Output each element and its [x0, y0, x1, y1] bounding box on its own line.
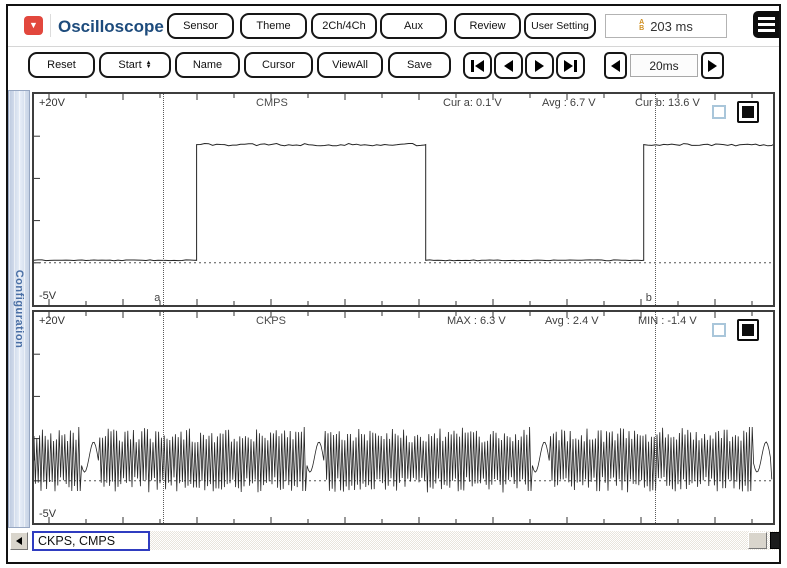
oscilloscope-window: ▼ Oscilloscope Sensor Theme 2Ch/4Ch Aux … [6, 4, 781, 564]
ab-time-value: 203 ms [650, 18, 693, 34]
stat-average: Avg : 6.7 V [542, 97, 596, 109]
cursor-b-line[interactable] [654, 312, 656, 523]
cursor-a-line[interactable] [163, 312, 165, 523]
cursor-b-label[interactable]: b [646, 292, 652, 304]
sidebar-label: Configuration [13, 269, 25, 349]
timebase-decrease-button[interactable] [604, 52, 627, 79]
status-bar: CKPS, CMPS [8, 530, 779, 552]
y-max-label: +20V [39, 315, 65, 327]
stat-average: Avg : 2.4 V [545, 315, 599, 327]
active-channels-text: CKPS, CMPS [38, 534, 116, 548]
step-forward-button[interactable] [525, 52, 554, 79]
channel-select-checkbox[interactable] [712, 323, 726, 337]
configuration-sidebar[interactable]: Configuration [8, 90, 30, 528]
aux-button[interactable]: Aux [380, 13, 447, 39]
y-min-label: -5V [39, 508, 57, 520]
save-button[interactable]: Save [388, 52, 451, 78]
scroll-right-button[interactable] [770, 532, 779, 549]
scroll-left-icon [16, 537, 22, 545]
title-divider [50, 14, 51, 37]
waveform-panel-ckps: +20V -5V CKPS MAX : 6.3 V Avg : 2.4 V MI… [32, 310, 775, 525]
checked-square-icon [742, 106, 754, 118]
ab-time-display: A B 203 ms [605, 14, 727, 38]
app-menu-icon[interactable]: ▼ [24, 16, 43, 35]
checked-square-icon [742, 324, 754, 336]
cmps-waveform-plot [34, 94, 773, 305]
page-title: Oscilloscope [58, 17, 164, 36]
menu-icon[interactable] [753, 11, 779, 38]
timebase-display: 20ms [630, 54, 698, 77]
skip-end-icon [574, 59, 577, 72]
y-min-label: -5V [39, 290, 57, 302]
step-back-icon [504, 59, 513, 72]
viewall-button[interactable]: ViewAll [317, 52, 383, 78]
cursor-b-line[interactable] [654, 94, 656, 305]
cursor-button[interactable]: Cursor [244, 52, 313, 78]
cursor-a-label[interactable]: a [154, 292, 160, 304]
toolbar-divider [8, 46, 779, 47]
skip-start-icon [471, 59, 474, 72]
active-channels-box: CKPS, CMPS [32, 531, 150, 551]
channel-visible-checkbox[interactable] [737, 101, 759, 123]
channel-title: CKPS [256, 315, 286, 327]
timebase-left-icon [611, 59, 620, 72]
reset-button[interactable]: Reset [28, 52, 95, 78]
stat-max: MAX : 6.3 V [447, 315, 506, 327]
name-button[interactable]: Name [175, 52, 240, 78]
y-max-label: +20V [39, 97, 65, 109]
step-forward-icon [535, 59, 544, 72]
ckps-waveform-plot [34, 312, 773, 523]
theme-button[interactable]: Theme [240, 13, 307, 39]
skip-to-start-button[interactable] [463, 52, 492, 79]
cursor-a-line[interactable] [163, 94, 165, 305]
stat-min: MIN : -1.4 V [638, 315, 697, 327]
timebase-right-icon [708, 59, 717, 72]
horizontal-scrollbar-track[interactable] [150, 531, 779, 550]
channel-title: CMPS [256, 97, 288, 109]
2ch-4ch-button[interactable]: 2Ch/4Ch [311, 13, 377, 39]
channel-visible-checkbox[interactable] [737, 319, 759, 341]
review-button[interactable]: Review [454, 13, 521, 39]
start-button[interactable]: Start ▲ ▼ [99, 52, 171, 78]
skip-to-end-button[interactable] [556, 52, 585, 79]
step-back-button[interactable] [494, 52, 523, 79]
stat-cursor-b: Cur b: 13.6 V [635, 97, 700, 109]
screen: ▼ Oscilloscope Sensor Theme 2Ch/4Ch Aux … [0, 0, 787, 568]
ab-cursor-icon: A B [639, 19, 645, 32]
stat-cursor-a: Cur a: 0.1 V [443, 97, 502, 109]
chevron-down-icon: ▼ [29, 20, 38, 30]
start-spinner-icon: ▲ ▼ [145, 60, 152, 70]
user-setting-button[interactable]: User Setting [524, 13, 596, 39]
scrollbar-thumb[interactable] [748, 532, 767, 549]
channel-select-checkbox[interactable] [712, 105, 726, 119]
scroll-left-button[interactable] [10, 532, 28, 550]
timebase-increase-button[interactable] [701, 52, 724, 79]
waveform-panel-cmps: +20V -5V CMPS Cur a: 0.1 V Avg : 6.7 V C… [32, 92, 775, 307]
sensor-button[interactable]: Sensor [167, 13, 234, 39]
